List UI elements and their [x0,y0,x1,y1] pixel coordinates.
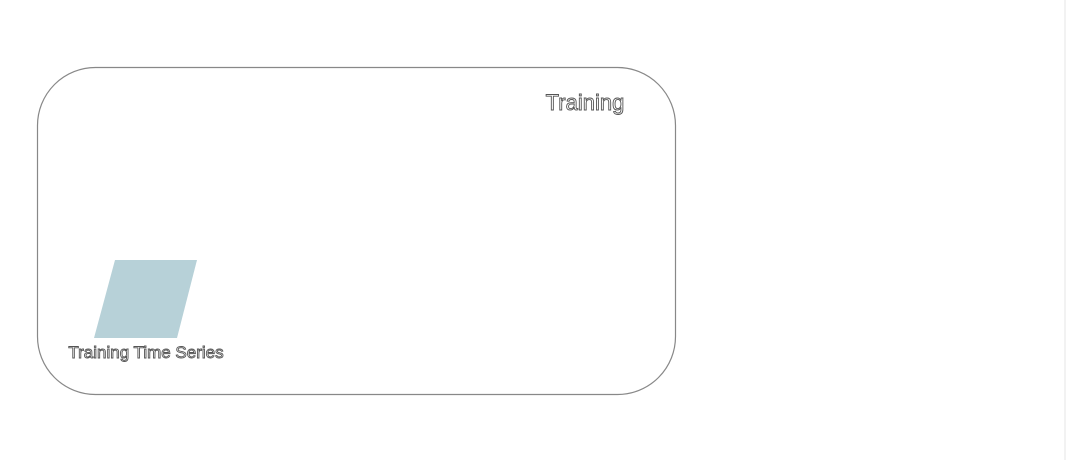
training-time-series-label: Training Time Series [68,343,223,362]
training-group-title: Training [546,90,625,115]
diagram-canvas: Training Training Time Series [0,0,1066,460]
diagram-svg: Training Training Time Series [36,66,677,396]
